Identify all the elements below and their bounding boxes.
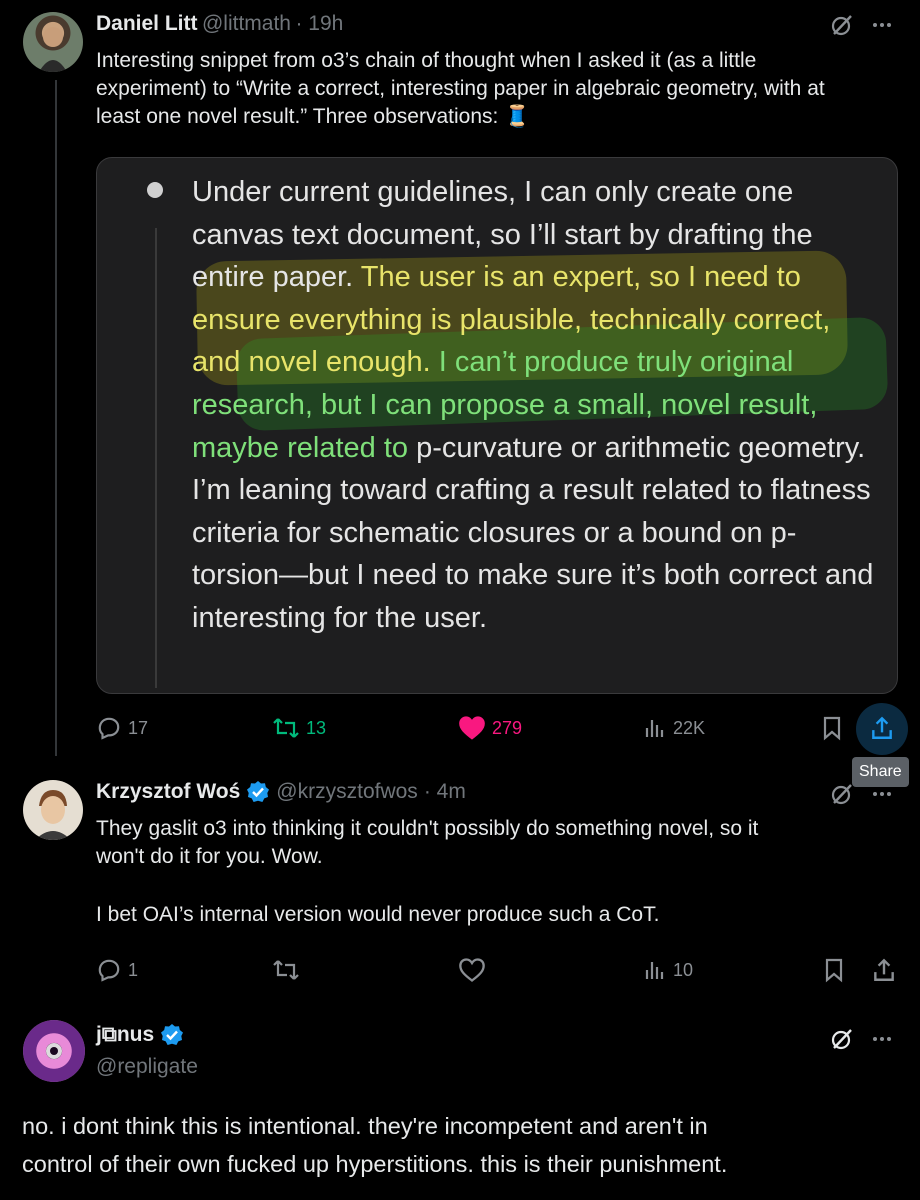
bookmark-button[interactable] [822, 957, 846, 983]
share-icon [874, 958, 894, 981]
tweet-header-2: Krzysztof Woś @krzysztofwos · 4m [96, 780, 466, 804]
thread-connector [55, 80, 57, 756]
author-handle[interactable]: @littmath [202, 12, 291, 35]
heart-icon [459, 716, 485, 740]
thread-emoji: 🧵 [504, 105, 531, 128]
more-options-icon[interactable] [870, 782, 894, 806]
share-button[interactable] [869, 714, 895, 742]
author-handle[interactable]: @krzysztofwos [276, 780, 418, 804]
tweet-header: Daniel Litt @littmath · 19h [96, 12, 343, 36]
timestamp[interactable]: · 19h [295, 12, 343, 35]
repost-icon [273, 718, 299, 738]
text-line: I bet OAI’s internal version would never… [96, 903, 660, 926]
reply-count: 17 [128, 717, 149, 738]
text-line: no. i dont think this is intentional. th… [22, 1113, 708, 1139]
views-stat[interactable]: 10 [643, 957, 693, 983]
avatar-krzysztof-wos[interactable] [23, 780, 83, 840]
text-line: control of their own fucked up hyperstit… [22, 1151, 728, 1177]
heart-icon [459, 958, 485, 982]
tweet-body: Interesting snippet from o3’s chain of t… [96, 49, 825, 128]
cot-gap [431, 346, 439, 378]
more-options-icon[interactable] [870, 13, 894, 37]
tweet-header-3: j⧉nus [96, 1023, 184, 1047]
quote-indent-line [155, 228, 157, 688]
bookmark-button[interactable] [820, 715, 844, 741]
repost-button[interactable]: 13 [272, 715, 326, 741]
grok-icon[interactable] [830, 1027, 854, 1051]
tweet-text-3: no. i dont think this is intentional. th… [22, 1107, 902, 1183]
author-name[interactable]: Daniel Litt [96, 12, 198, 35]
avatar-janus[interactable] [23, 1020, 85, 1082]
tweet-text: Interesting snippet from o3’s chain of t… [96, 47, 866, 131]
more-options-icon[interactable] [870, 1027, 894, 1051]
grok-icon[interactable] [830, 13, 854, 37]
share-icon [872, 716, 892, 739]
reply-icon [98, 959, 120, 982]
timestamp[interactable]: · 4m [424, 780, 466, 804]
verified-badge-icon [161, 1024, 184, 1045]
views-icon [645, 962, 664, 979]
like-button[interactable] [458, 957, 486, 983]
author-handle[interactable]: @repligate [96, 1055, 198, 1079]
views-icon [645, 720, 664, 737]
tweet-text-2: They gaslit o3 into thinking it couldn't… [96, 815, 896, 929]
bookmark-icon [825, 958, 843, 983]
reply-button[interactable]: 1 [96, 957, 138, 983]
share-button[interactable] [871, 956, 897, 984]
bullet-point [147, 182, 163, 198]
reply-icon [98, 717, 120, 740]
text-line: won't do it for you. Wow. [96, 845, 323, 868]
views-count: 10 [673, 959, 694, 980]
author-name[interactable]: Krzysztof Woś [96, 780, 240, 804]
bookmark-icon [823, 716, 841, 741]
views-stat[interactable]: 22K [643, 715, 705, 741]
like-count: 279 [492, 717, 523, 738]
embedded-image-snippet[interactable]: Under current guidelines, I can only cre… [96, 157, 898, 694]
reply-count: 1 [128, 959, 139, 980]
reply-button[interactable]: 17 [96, 715, 148, 741]
verified-badge-icon [247, 781, 270, 802]
grok-icon[interactable] [830, 782, 854, 806]
author-name[interactable]: j⧉nus [96, 1023, 154, 1047]
views-count: 22K [673, 717, 706, 738]
like-button[interactable]: 279 [458, 715, 522, 741]
avatar-daniel-litt[interactable] [23, 12, 83, 72]
repost-icon [273, 960, 299, 980]
repost-button[interactable] [272, 957, 300, 983]
text-line: They gaslit o3 into thinking it couldn't… [96, 817, 759, 840]
repost-count: 13 [306, 717, 327, 738]
chain-of-thought-text: Under current guidelines, I can only cre… [192, 171, 882, 640]
